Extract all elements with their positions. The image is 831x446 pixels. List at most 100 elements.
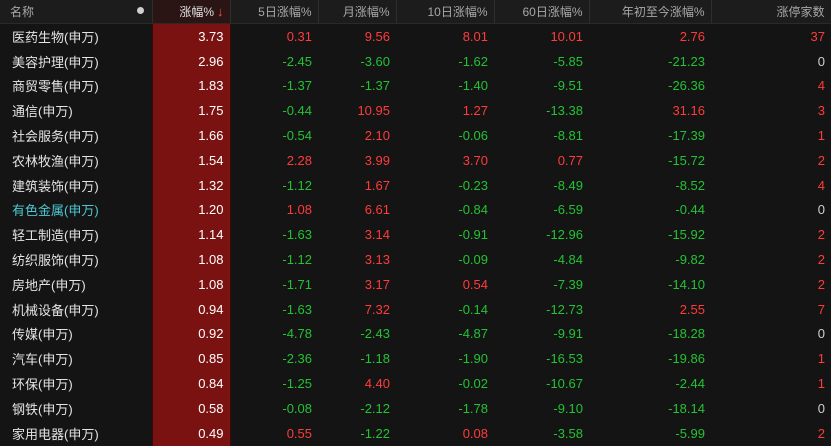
- cell-10d-change: -1.78: [458, 400, 488, 416]
- table-row[interactable]: 钢铁(申万) 0.58 -0.08 -2.12 -1.78 -9.10 -18.14 0: [0, 395, 831, 421]
- cell-10d-change: -1.90: [458, 351, 488, 367]
- cell-ytd-change: -2.44: [675, 376, 705, 392]
- table-row[interactable]: 房地产(申万) 1.08 -1.71 3.17 0.54 -7.39 -14.10 2: [0, 271, 831, 297]
- cell-month-change: 3.99: [364, 152, 390, 168]
- cell-name: 纺织服饰(申万): [12, 253, 99, 269]
- column-header-limit-up-count[interactable]: 涨停家数: [711, 0, 831, 24]
- cell-name: 房地产(申万): [12, 277, 86, 293]
- cell-10d-change: -0.14: [458, 301, 488, 317]
- cell-5d-change: -1.12: [282, 252, 312, 268]
- cell-name: 轻工制造(申万): [12, 228, 99, 244]
- cell-60d-change: -9.10: [553, 400, 583, 416]
- cell-month-change: -3.60: [360, 53, 390, 69]
- cell-ytd-change: -18.14: [668, 400, 705, 416]
- table-row[interactable]: 汽车(申万) 0.85 -2.36 -1.18 -1.90 -16.53 -19.86 1: [0, 346, 831, 372]
- table-row[interactable]: 轻工制造(申万) 1.14 -1.63 3.14 -0.91 -12.96 -15.92 2: [0, 222, 831, 248]
- cell-change-pct: 2.96: [151, 48, 231, 74]
- cell-month-change: 2.10: [364, 128, 390, 144]
- cell-month-change: -2.43: [360, 326, 390, 342]
- column-header-60d-change[interactable]: 60日涨幅%: [494, 0, 590, 24]
- table-row[interactable]: 有色金属(申万) 1.20 1.08 6.61 -0.84 -6.59 -0.44 0: [0, 197, 831, 223]
- cell-5d-change: -0.54: [282, 128, 312, 144]
- table-row[interactable]: 医药生物(申万) 3.73 0.31 9.56 8.01 10.01 2.76 37: [0, 23, 831, 49]
- cell-month-change: 6.61: [364, 202, 390, 218]
- cell-month-change: 4.40: [364, 376, 390, 392]
- cell-ytd-change: -26.36: [668, 78, 705, 94]
- cell-60d-change: -9.51: [553, 78, 583, 94]
- cell-60d-change: 10.01: [550, 28, 583, 44]
- cell-change-pct: 3.73: [151, 23, 231, 49]
- cell-ytd-change: -8.52: [675, 177, 705, 193]
- cell-month-change: 3.14: [364, 227, 390, 243]
- cell-change-pct: 0.58: [151, 395, 231, 421]
- table-row[interactable]: 社会服务(申万) 1.66 -0.54 2.10 -0.06 -8.81 -17.39 1: [0, 123, 831, 148]
- cell-name: 商贸零售(申万): [12, 79, 99, 95]
- cell-5d-change: 2.28: [286, 152, 312, 168]
- arrow-down-icon: ↓: [217, 4, 224, 19]
- cell-5d-change: -0.08: [282, 400, 312, 416]
- cell-10d-change: 8.01: [462, 28, 488, 44]
- cell-name: 传媒(申万): [12, 327, 73, 343]
- cell-60d-change: -6.59: [553, 202, 583, 218]
- table-row[interactable]: 商贸零售(申万) 1.83 -1.37 -1.37 -1.40 -9.51 -26.36 4: [0, 73, 831, 99]
- cell-month-change: 9.56: [364, 28, 390, 44]
- cell-5d-change: -0.44: [282, 103, 312, 119]
- table-row[interactable]: 农林牧渔(申万) 1.54 2.28 3.99 3.70 0.77 -15.72 2: [0, 147, 831, 173]
- table-row[interactable]: 纺织服饰(申万) 1.08 -1.12 3.13 -0.09 -4.84 -9.82 2: [0, 247, 831, 272]
- cell-10d-change: -0.02: [458, 376, 488, 392]
- cell-limit-up-count: 37: [810, 28, 825, 44]
- cell-5d-change: -1.63: [282, 227, 312, 243]
- cell-5d-change: -1.12: [282, 177, 312, 193]
- table-row[interactable]: 家用电器(申万) 0.49 0.55 -1.22 0.08 -3.58 -5.99 2: [0, 420, 831, 446]
- table-row[interactable]: 传媒(申万) 0.92 -4.78 -2.43 -4.87 -9.91 -18.28 0: [0, 321, 831, 347]
- cell-month-change: 7.32: [364, 301, 390, 317]
- table-row[interactable]: 通信(申万) 1.75 -0.44 10.95 1.27 -13.38 31.16 3: [0, 98, 831, 124]
- cell-ytd-change: -5.99: [675, 425, 705, 441]
- column-header-change-pct[interactable]: 涨幅% ↓: [152, 0, 231, 24]
- cell-change-pct: 1.08: [151, 247, 231, 272]
- cell-month-change: 1.67: [364, 177, 390, 193]
- column-header-5d-change[interactable]: 5日涨幅%: [230, 0, 319, 24]
- cell-limit-up-count: 4: [817, 177, 825, 193]
- table-row[interactable]: 机械设备(申万) 0.94 -1.63 7.32 -0.14 -12.73 2.55 7: [0, 296, 831, 322]
- cell-ytd-change: -15.92: [668, 227, 705, 243]
- cell-month-change: -1.22: [360, 425, 390, 441]
- table-row[interactable]: 美容护理(申万) 2.96 -2.45 -3.60 -1.62 -5.85 -21.23 0: [0, 48, 831, 74]
- table-row[interactable]: 环保(申万) 0.84 -1.25 4.40 -0.02 -10.67 -2.44 1: [0, 371, 831, 396]
- cell-limit-up-count: 1: [817, 351, 825, 367]
- table-header: 名称 涨幅% ↓ 5日涨幅% 月涨幅% 10日涨幅% 60日涨幅% 年初至今涨幅%…: [0, 0, 831, 24]
- sector-performance-table: 名称 涨幅% ↓ 5日涨幅% 月涨幅% 10日涨幅% 60日涨幅% 年初至今涨幅%…: [0, 0, 831, 446]
- column-header-ytd-change[interactable]: 年初至今涨幅%: [589, 0, 712, 24]
- cell-60d-change: 0.77: [557, 152, 583, 168]
- cell-60d-change: -8.49: [553, 177, 583, 193]
- cell-change-pct: 1.20: [151, 197, 231, 223]
- cell-limit-up-count: 3: [817, 103, 825, 119]
- cell-ytd-change: -18.28: [668, 326, 705, 342]
- column-header-10d-change[interactable]: 10日涨幅%: [396, 0, 495, 24]
- cell-name: 汽车(申万): [12, 352, 73, 368]
- cell-change-pct: 1.54: [151, 147, 231, 173]
- dot-icon[interactable]: [136, 7, 144, 14]
- cell-name: 社会服务(申万): [12, 129, 99, 145]
- cell-10d-change: -4.87: [458, 326, 488, 342]
- cell-month-change: 3.17: [364, 276, 390, 292]
- cell-ytd-change: -15.72: [668, 152, 705, 168]
- cell-limit-up-count: 7: [817, 301, 825, 317]
- cell-60d-change: -8.81: [553, 128, 583, 144]
- column-header-name[interactable]: 名称: [0, 0, 153, 24]
- column-header-month-change[interactable]: 月涨幅%: [318, 0, 397, 24]
- cell-name: 建筑装饰(申万): [12, 178, 99, 194]
- cell-name: 钢铁(申万): [12, 401, 73, 417]
- cell-10d-change: 3.70: [462, 152, 488, 168]
- cell-change-pct: 1.32: [151, 172, 231, 198]
- cell-name: 有色金属(申万): [12, 203, 99, 219]
- cell-limit-up-count: 1: [817, 376, 825, 392]
- cell-5d-change: -1.63: [282, 301, 312, 317]
- cell-month-change: 3.13: [364, 252, 390, 268]
- cell-ytd-change: -19.86: [668, 351, 705, 367]
- cell-60d-change: -9.91: [553, 326, 583, 342]
- cell-ytd-change: -17.39: [668, 128, 705, 144]
- table-row[interactable]: 建筑装饰(申万) 1.32 -1.12 1.67 -0.23 -8.49 -8.52 4: [0, 172, 831, 198]
- cell-10d-change: -0.06: [458, 128, 488, 144]
- cell-ytd-change: 31.16: [672, 103, 705, 119]
